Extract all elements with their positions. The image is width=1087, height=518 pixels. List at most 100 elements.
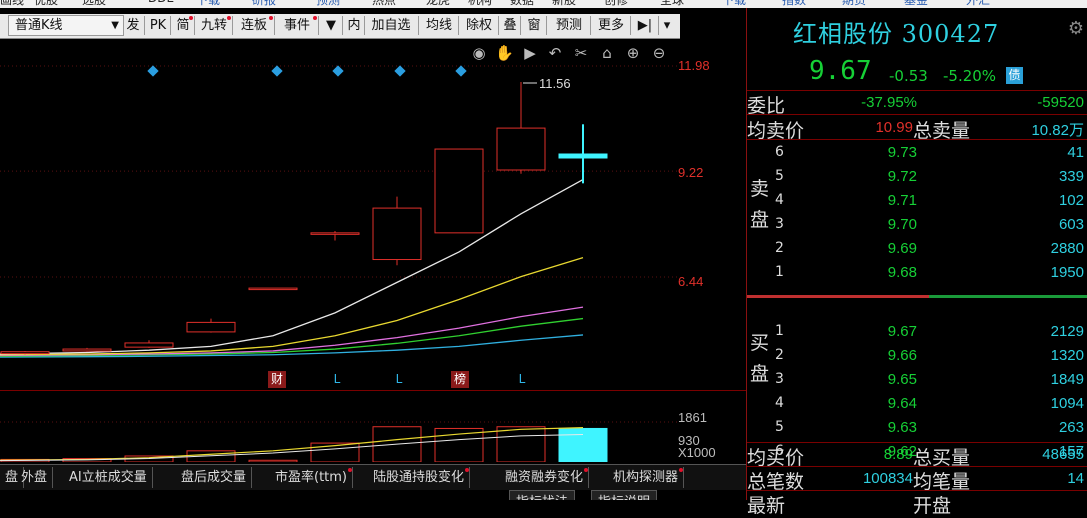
play-icon[interactable]: ▶ <box>521 44 539 62</box>
toolbar-button[interactable]: 事件 <box>276 16 319 35</box>
bond-badge[interactable]: 债 <box>1006 67 1023 84</box>
event-marker-l1[interactable]: L <box>330 371 344 388</box>
axis-label-mid: 9.22 <box>678 165 704 180</box>
buy-row[interactable]: 5 9.63 263 <box>747 419 1087 440</box>
top-menu-item[interactable]: 指数 <box>782 0 806 8</box>
top-menu-item[interactable]: 画线 <box>0 0 24 8</box>
skip-end-icon[interactable]: ▶| <box>632 16 659 35</box>
toolbar-button[interactable]: 均线 <box>420 16 459 35</box>
toolbar-button[interactable]: 简 <box>172 16 195 35</box>
top-menu-item[interactable]: 选股 <box>82 0 106 8</box>
sell-volume: 1950 <box>1050 264 1084 281</box>
top-menu-item[interactable]: 创修 <box>604 0 628 8</box>
indicator-tab-label: 陆股通持股变化 <box>373 470 465 485</box>
toolbar-button[interactable]: PK <box>146 16 171 35</box>
alert-dot-icon <box>348 468 353 472</box>
period-select[interactable]: 普通K线 ▼ <box>8 15 124 36</box>
indicator-tab-label: 机构探测器 <box>613 470 679 485</box>
sell-level: 6 <box>775 144 784 160</box>
undo-icon[interactable]: ↶ <box>546 44 564 62</box>
candlestick-chart[interactable]: 11.56 <box>0 40 680 390</box>
candle <box>248 287 298 291</box>
top-menu-item[interactable]: 数据 <box>510 0 534 8</box>
candle <box>434 148 484 234</box>
candle <box>496 127 546 171</box>
buy-row[interactable]: 4 9.64 1094 <box>747 395 1087 416</box>
toolbar-button[interactable]: 连板 <box>234 16 275 35</box>
buy-row[interactable]: 2 9.66 1320 <box>747 347 1087 368</box>
event-diamond-icon <box>147 65 159 77</box>
sell-row[interactable]: 3 9.70 603 <box>747 216 1087 237</box>
buy-volume: 1094 <box>1050 395 1084 412</box>
indicator-find-tab[interactable]: 指标找法 <box>509 490 576 500</box>
sell-level: 5 <box>775 168 784 184</box>
buy-row[interactable]: 3 9.65 1849 <box>747 371 1087 392</box>
top-menu-item[interactable]: 新股 <box>552 0 576 8</box>
top-menu-item[interactable]: 基金 <box>904 0 928 8</box>
top-menu-item[interactable]: 预测 <box>316 0 340 8</box>
event-marker-l3[interactable]: L <box>515 371 529 388</box>
toolbar-button[interactable]: 内 <box>344 16 365 35</box>
top-menu-item[interactable]: 全球 <box>660 0 684 8</box>
indicator-tab[interactable]: 机构探测器 <box>608 467 685 488</box>
lock-icon[interactable]: ⌂ <box>598 44 616 62</box>
indicator-tab[interactable]: 外盘 <box>16 467 54 488</box>
zoom-out-icon[interactable]: ⊖ <box>650 44 668 62</box>
toolbar-button-label: PK <box>149 18 167 33</box>
top-menu-item[interactable]: 研报 <box>252 0 276 8</box>
toolbar-button[interactable]: 除权 <box>460 16 499 35</box>
ma10-line <box>0 256 584 356</box>
indicator-tab[interactable]: 融资融券变化 <box>500 467 590 488</box>
top-menu-item[interactable]: 外汇 <box>966 0 990 8</box>
buy-level: 2 <box>775 347 784 363</box>
event-marker-finance[interactable]: 财 <box>268 371 286 388</box>
buy-volume: 1320 <box>1050 347 1084 364</box>
indicator-tab[interactable]: 盘后成交量 <box>176 467 253 488</box>
indicator-tab[interactable]: 市盈率(ttm) <box>270 467 354 488</box>
event-dropdown-icon[interactable]: ▼ <box>320 16 343 35</box>
event-marker-rank[interactable]: 榜 <box>451 371 469 388</box>
sell-row[interactable]: 5 9.72 339 <box>747 168 1087 189</box>
indicator-tab[interactable]: AI立桩成交量 <box>64 467 153 488</box>
scissors-icon[interactable]: ✂ <box>572 44 590 62</box>
toolbar-button[interactable]: 窗 <box>522 16 547 35</box>
top-menu-item[interactable]: 期货 <box>842 0 866 8</box>
eye-icon[interactable]: ◉ <box>470 44 488 62</box>
top-menu-item[interactable]: 下载 <box>196 0 220 8</box>
gear-icon[interactable]: ⚙ <box>1068 18 1084 39</box>
hand-icon[interactable]: ✋ <box>495 44 514 62</box>
price-change-pct: -5.20% <box>943 67 997 85</box>
axis-label-low: 6.44 <box>678 274 704 289</box>
buy-row[interactable]: 1 9.67 2129 <box>747 323 1087 344</box>
top-menu-item[interactable]: 优股 <box>34 0 58 8</box>
bid-bar <box>929 295 1087 298</box>
toolbar-button[interactable]: 叠 <box>500 16 521 35</box>
toolbar-button[interactable]: 加自选 <box>364 16 419 35</box>
zoom-in-icon[interactable]: ⊕ <box>624 44 642 62</box>
indicator-tab[interactable]: 陆股通持股变化 <box>368 467 471 488</box>
toolbar-button-label: 预测 <box>555 18 582 33</box>
sell-volume: 2880 <box>1050 240 1084 257</box>
more-dropdown-icon[interactable]: ▾ <box>658 16 676 35</box>
indicator-help-tab[interactable]: 指标说明 <box>591 490 658 500</box>
volume-chart[interactable] <box>0 394 680 462</box>
top-menu-item[interactable]: 下载 <box>722 0 746 8</box>
sell-row[interactable]: 2 9.69 2880 <box>747 240 1087 261</box>
sell-row[interactable]: 1 9.68 1950 <box>747 264 1087 285</box>
toolbar-button-label: 连板 <box>240 18 267 33</box>
toolbar-button[interactable]: 更多 <box>592 16 631 35</box>
sell-row[interactable]: 6 9.73 41 <box>747 144 1087 165</box>
top-menu-item[interactable]: DDE <box>148 0 174 5</box>
toolbar-button[interactable]: 预测 <box>548 16 591 35</box>
divider <box>747 90 1087 91</box>
top-menu-item[interactable]: 热点 <box>372 0 396 8</box>
toolbar-button[interactable]: 发 <box>122 16 145 35</box>
toolbar-button[interactable]: 九转 <box>196 16 233 35</box>
event-marker-l2[interactable]: L <box>392 371 406 388</box>
toolbar-button-label: 除权 <box>465 18 492 33</box>
top-menu-item[interactable]: 龙虎 <box>426 0 450 8</box>
sell-row[interactable]: 4 9.71 102 <box>747 192 1087 213</box>
period-select-label: 普通K线 <box>15 18 63 33</box>
candle <box>372 207 422 261</box>
top-menu-item[interactable]: 机构 <box>468 0 492 8</box>
